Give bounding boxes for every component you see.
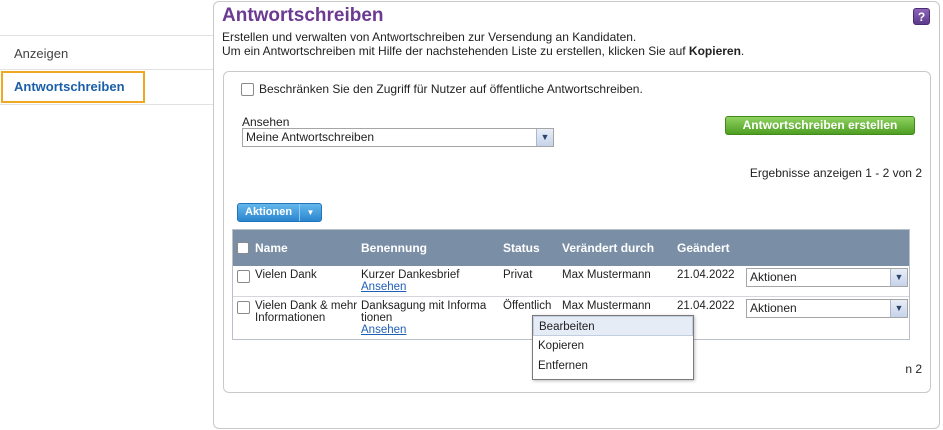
- sidebar-item-anzeigen[interactable]: Anzeigen: [0, 35, 214, 70]
- description-text: Um ein Antwortschreiben mit Hilfe der na…: [222, 44, 689, 58]
- table-header: Name Benennung Status Verändert durch Ge…: [233, 230, 909, 266]
- view-select[interactable]: Meine Antwortschreiben ▼: [242, 128, 554, 147]
- menu-item-edit[interactable]: Bearbeiten: [533, 316, 693, 336]
- row-name-line: Informationen: [255, 312, 326, 324]
- row-status: Öffentlich: [503, 300, 552, 312]
- row-actions-value: Aktionen: [750, 301, 797, 315]
- row-benennung: Danksagung mit Informa tionen Ansehen: [361, 300, 486, 336]
- menu-item-remove[interactable]: Entfernen: [533, 356, 693, 376]
- column-header-changed[interactable]: Geändert: [677, 241, 730, 255]
- row-actions-value: Aktionen: [750, 270, 797, 284]
- row-actions-dropdown: Bearbeiten Kopieren Entfernen: [532, 315, 694, 380]
- select-all-checkbox[interactable]: [237, 242, 249, 254]
- sidebar-item-antwortschreiben[interactable]: Antwortschreiben: [1, 71, 145, 103]
- view-link[interactable]: Ansehen: [361, 281, 459, 293]
- row-changed-date: 21.04.2022: [677, 269, 735, 281]
- restrict-access-checkbox[interactable]: [241, 82, 254, 96]
- row-name: Vielen Dank: [255, 269, 317, 281]
- row-actions-select[interactable]: Aktionen ▼: [746, 268, 908, 287]
- column-header-name[interactable]: Name: [255, 241, 288, 255]
- row-name-line: Vielen Dank & mehr: [255, 300, 358, 312]
- view-select-value: Meine Antwortschreiben: [246, 130, 375, 144]
- description-bold: Kopieren: [688, 44, 741, 58]
- sidebar-item-label: Antwortschreiben: [14, 79, 125, 94]
- sidebar: Anzeigen Antwortschreiben: [0, 0, 214, 430]
- chevron-down-icon[interactable]: ▼: [536, 129, 553, 146]
- description-suffix: .: [740, 44, 745, 58]
- table-row: Vielen Dank Kurzer Dankesbrief Ansehen P…: [233, 266, 909, 297]
- chevron-down-icon[interactable]: ▼: [299, 204, 321, 221]
- row-name: Vielen Dank & mehr Informationen: [255, 300, 357, 324]
- create-letter-button[interactable]: Antwortschreiben erstellen: [725, 116, 915, 135]
- row-changed-date: 21.04.2022: [677, 300, 735, 312]
- bulk-actions-label: Aktionen: [245, 206, 293, 218]
- column-header-benennung[interactable]: Benennung: [361, 241, 427, 255]
- restrict-access-option[interactable]: Beschränken Sie den Zugriff für Nutzer a…: [241, 82, 643, 96]
- column-header-status[interactable]: Status: [503, 241, 540, 255]
- divider: [0, 104, 214, 105]
- row-benennung-text: tionen: [361, 312, 393, 324]
- bulk-actions-button[interactable]: Aktionen ▼: [237, 203, 322, 222]
- page-description: Erstellen und verwalten von Antwortschre…: [222, 30, 744, 58]
- row-benennung-text: Danksagung mit Informa: [361, 300, 487, 312]
- row-checkbox[interactable]: [237, 270, 250, 283]
- view-label: Ansehen: [242, 115, 290, 129]
- sidebar-item-label: Anzeigen: [14, 46, 69, 61]
- chevron-down-icon[interactable]: ▼: [890, 269, 907, 286]
- row-actions-select[interactable]: Aktionen ▼: [746, 299, 908, 318]
- view-link[interactable]: Ansehen: [361, 324, 486, 336]
- chevron-down-icon[interactable]: ▼: [890, 300, 907, 317]
- restrict-access-label: Beschränken Sie den Zugriff für Nutzer a…: [259, 82, 643, 96]
- results-count: Ergebnisse anzeigen 1 - 2 von 2: [749, 166, 922, 180]
- row-benennung: Kurzer Dankesbrief Ansehen: [361, 269, 459, 293]
- row-checkbox[interactable]: [237, 301, 250, 314]
- results-count-bottom: n 2: [905, 362, 922, 376]
- row-changed-by: Max Mustermann: [562, 300, 651, 312]
- description-line-2: Um ein Antwortschreiben mit Hilfe der na…: [222, 44, 744, 58]
- description-line-1: Erstellen und verwalten von Antwortschre…: [222, 30, 637, 44]
- column-header-changed-by[interactable]: Verändert durch: [562, 241, 654, 255]
- menu-item-copy[interactable]: Kopieren: [533, 336, 693, 356]
- row-status: Privat: [503, 269, 533, 281]
- page-title: Antwortschreiben: [222, 5, 384, 26]
- row-benennung-text: Kurzer Dankesbrief: [361, 269, 460, 281]
- question-icon: ?: [917, 10, 926, 24]
- help-button[interactable]: ?: [913, 8, 930, 25]
- row-changed-by: Max Mustermann: [562, 269, 651, 281]
